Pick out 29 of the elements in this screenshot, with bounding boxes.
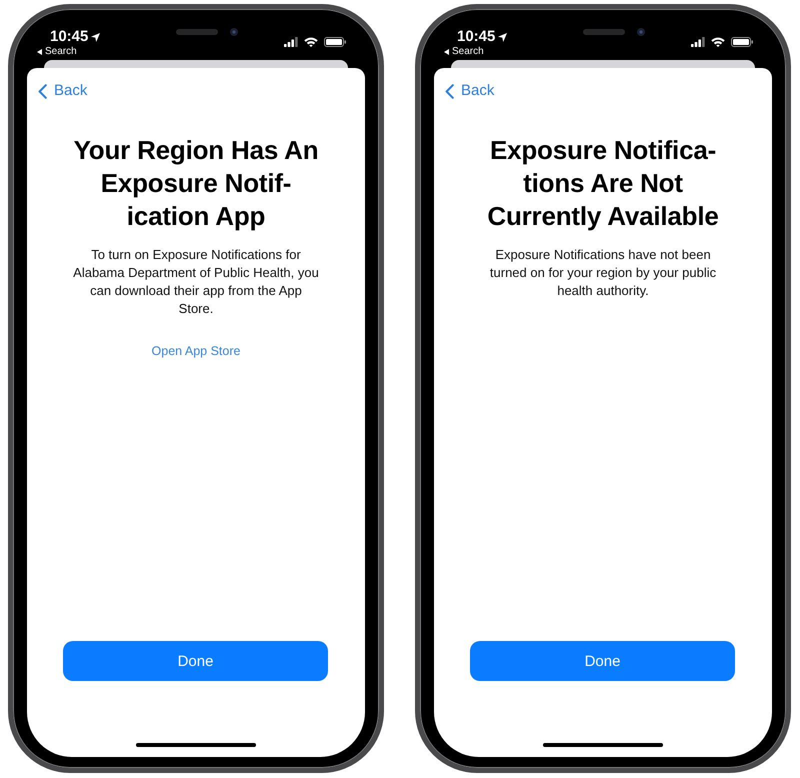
done-button[interactable]: Done bbox=[63, 641, 328, 681]
status-time: 10:45 bbox=[50, 28, 88, 46]
wifi-icon bbox=[304, 37, 318, 47]
sheet-description: Exposure Notifications have not been turned on for your region by your public health authority. bbox=[490, 246, 716, 300]
speaker-grille-icon bbox=[176, 29, 218, 35]
sheet-title: Your Region Has An Exposure Notif- ication App bbox=[74, 134, 318, 233]
battery-icon bbox=[324, 37, 346, 47]
location-arrow-icon bbox=[91, 32, 100, 42]
back-button[interactable]: Back bbox=[38, 82, 88, 100]
back-triangle-icon bbox=[37, 49, 42, 55]
back-button[interactable]: Back bbox=[445, 82, 494, 100]
camera-icon bbox=[230, 28, 238, 36]
return-app-link[interactable]: Search bbox=[444, 46, 484, 58]
signal-icon bbox=[691, 37, 705, 47]
back-triangle-icon bbox=[444, 49, 449, 55]
done-button[interactable]: Done bbox=[470, 641, 735, 681]
status-time: 10:45 bbox=[457, 28, 496, 46]
signal-icon bbox=[284, 37, 298, 47]
return-app-link[interactable]: Search bbox=[37, 46, 77, 58]
sheet-title: Exposure Notifica- tions Are Not Currently Available bbox=[487, 134, 719, 233]
sheet-description: To turn on Exposure Notifications for Alabama Department of Public Health, you can download their app from the App Store. bbox=[73, 246, 319, 318]
app-store-link[interactable]: Open App Store bbox=[152, 342, 240, 360]
chevron-left-icon bbox=[445, 84, 454, 98]
chevron-left-icon bbox=[38, 84, 47, 98]
wifi-icon bbox=[711, 37, 725, 47]
location-arrow-icon bbox=[498, 32, 508, 42]
speaker-grille-icon bbox=[583, 29, 625, 35]
camera-icon bbox=[637, 28, 645, 36]
battery-icon bbox=[731, 37, 753, 47]
